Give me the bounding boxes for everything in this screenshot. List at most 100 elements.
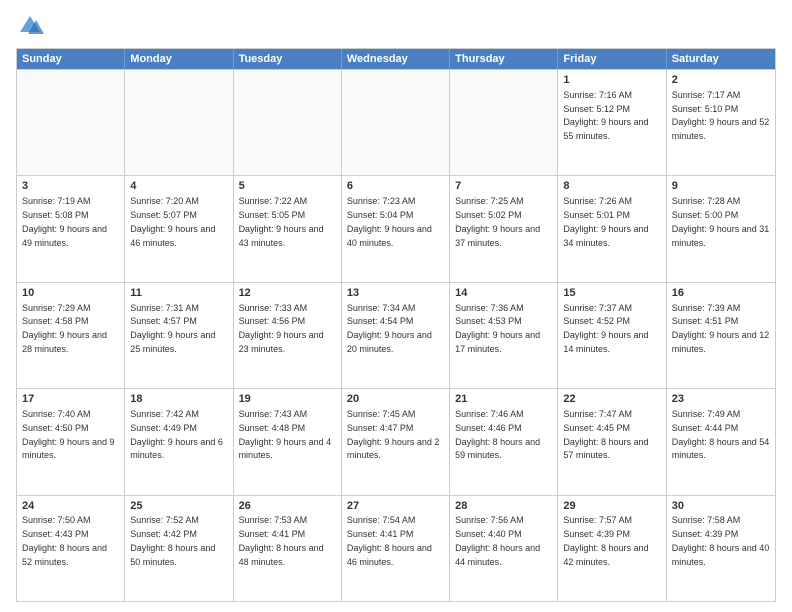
calendar-cell: 10 Sunrise: 7:29 AM Sunset: 4:58 PM Dayli… bbox=[17, 283, 125, 388]
weekday-header: Tuesday bbox=[234, 49, 342, 69]
calendar-header: SundayMondayTuesdayWednesdayThursdayFrid… bbox=[17, 49, 775, 69]
day-number: 24 bbox=[22, 499, 119, 514]
day-number: 22 bbox=[563, 392, 660, 407]
day-info: Sunrise: 7:39 AM Sunset: 4:51 PM Dayligh… bbox=[672, 303, 770, 354]
day-number: 1 bbox=[563, 73, 660, 88]
day-number: 14 bbox=[455, 286, 552, 301]
day-info: Sunrise: 7:56 AM Sunset: 4:40 PM Dayligh… bbox=[455, 515, 540, 566]
day-number: 5 bbox=[239, 179, 336, 194]
calendar-cell bbox=[234, 70, 342, 175]
calendar-cell: 23 Sunrise: 7:49 AM Sunset: 4:44 PM Dayli… bbox=[667, 389, 775, 494]
calendar-cell bbox=[342, 70, 450, 175]
calendar-cell: 26Sunrise: 7:53 AM Sunset: 4:41 PM Dayli… bbox=[234, 496, 342, 601]
day-number: 29 bbox=[563, 499, 660, 514]
day-info: Sunrise: 7:54 AM Sunset: 4:41 PM Dayligh… bbox=[347, 515, 432, 566]
day-info: Sunrise: 7:58 AM Sunset: 4:39 PM Dayligh… bbox=[672, 515, 770, 566]
calendar-cell: 7Sunrise: 7:25 AM Sunset: 5:02 PM Daylig… bbox=[450, 176, 558, 281]
day-number: 21 bbox=[455, 392, 552, 407]
calendar-cell bbox=[17, 70, 125, 175]
calendar-cell: 3 Sunrise: 7:19 AM Sunset: 5:08 PM Daylig… bbox=[17, 176, 125, 281]
calendar-cell: 5 Sunrise: 7:22 AM Sunset: 5:05 PM Daylig… bbox=[234, 176, 342, 281]
page: SundayMondayTuesdayWednesdayThursdayFrid… bbox=[0, 0, 792, 612]
day-info: Sunrise: 7:34 AM Sunset: 4:54 PM Dayligh… bbox=[347, 303, 432, 354]
day-number: 27 bbox=[347, 499, 444, 514]
day-info: Sunrise: 7:40 AM Sunset: 4:50 PM Dayligh… bbox=[22, 409, 115, 460]
calendar-cell: 18 Sunrise: 7:42 AM Sunset: 4:49 PM Dayli… bbox=[125, 389, 233, 494]
calendar-cell bbox=[125, 70, 233, 175]
day-number: 10 bbox=[22, 286, 119, 301]
calendar-cell: 21Sunrise: 7:46 AM Sunset: 4:46 PM Dayli… bbox=[450, 389, 558, 494]
day-number: 12 bbox=[239, 286, 336, 301]
calendar-cell: 24Sunrise: 7:50 AM Sunset: 4:43 PM Dayli… bbox=[17, 496, 125, 601]
calendar-cell: 30Sunrise: 7:58 AM Sunset: 4:39 PM Dayli… bbox=[667, 496, 775, 601]
day-number: 3 bbox=[22, 179, 119, 194]
day-number: 19 bbox=[239, 392, 336, 407]
calendar-cell: 17 Sunrise: 7:40 AM Sunset: 4:50 PM Dayli… bbox=[17, 389, 125, 494]
day-info: Sunrise: 7:28 AM Sunset: 5:00 PM Dayligh… bbox=[672, 196, 770, 247]
day-number: 23 bbox=[672, 392, 770, 407]
calendar-cell: 20 Sunrise: 7:45 AM Sunset: 4:47 PM Dayli… bbox=[342, 389, 450, 494]
day-info: Sunrise: 7:47 AM Sunset: 4:45 PM Dayligh… bbox=[563, 409, 648, 460]
day-info: Sunrise: 7:20 AM Sunset: 5:07 PM Dayligh… bbox=[130, 196, 215, 247]
day-number: 20 bbox=[347, 392, 444, 407]
day-info: Sunrise: 7:49 AM Sunset: 4:44 PM Dayligh… bbox=[672, 409, 770, 460]
day-info: Sunrise: 7:43 AM Sunset: 4:48 PM Dayligh… bbox=[239, 409, 332, 460]
day-info: Sunrise: 7:45 AM Sunset: 4:47 PM Dayligh… bbox=[347, 409, 440, 460]
calendar-cell: 28Sunrise: 7:56 AM Sunset: 4:40 PM Dayli… bbox=[450, 496, 558, 601]
day-info: Sunrise: 7:57 AM Sunset: 4:39 PM Dayligh… bbox=[563, 515, 648, 566]
day-info: Sunrise: 7:37 AM Sunset: 4:52 PM Dayligh… bbox=[563, 303, 648, 354]
calendar-cell: 2 Sunrise: 7:17 AM Sunset: 5:10 PM Daylig… bbox=[667, 70, 775, 175]
day-info: Sunrise: 7:42 AM Sunset: 4:49 PM Dayligh… bbox=[130, 409, 223, 460]
calendar-cell: 27Sunrise: 7:54 AM Sunset: 4:41 PM Dayli… bbox=[342, 496, 450, 601]
day-number: 6 bbox=[347, 179, 444, 194]
day-number: 4 bbox=[130, 179, 227, 194]
weekday-header: Wednesday bbox=[342, 49, 450, 69]
calendar-cell: 25Sunrise: 7:52 AM Sunset: 4:42 PM Dayli… bbox=[125, 496, 233, 601]
day-number: 15 bbox=[563, 286, 660, 301]
weekday-header: Saturday bbox=[667, 49, 775, 69]
day-info: Sunrise: 7:31 AM Sunset: 4:57 PM Dayligh… bbox=[130, 303, 215, 354]
day-info: Sunrise: 7:22 AM Sunset: 5:05 PM Dayligh… bbox=[239, 196, 324, 247]
calendar: SundayMondayTuesdayWednesdayThursdayFrid… bbox=[16, 48, 776, 602]
weekday-header: Friday bbox=[558, 49, 666, 69]
day-number: 2 bbox=[672, 73, 770, 88]
calendar-cell: 11Sunrise: 7:31 AM Sunset: 4:57 PM Dayli… bbox=[125, 283, 233, 388]
day-info: Sunrise: 7:52 AM Sunset: 4:42 PM Dayligh… bbox=[130, 515, 215, 566]
weekday-header: Thursday bbox=[450, 49, 558, 69]
day-info: Sunrise: 7:50 AM Sunset: 4:43 PM Dayligh… bbox=[22, 515, 107, 566]
calendar-cell: 14 Sunrise: 7:36 AM Sunset: 4:53 PM Dayli… bbox=[450, 283, 558, 388]
calendar-cell: 15 Sunrise: 7:37 AM Sunset: 4:52 PM Dayli… bbox=[558, 283, 666, 388]
calendar-row: 24Sunrise: 7:50 AM Sunset: 4:43 PM Dayli… bbox=[17, 495, 775, 601]
calendar-cell: 22 Sunrise: 7:47 AM Sunset: 4:45 PM Dayli… bbox=[558, 389, 666, 494]
day-info: Sunrise: 7:36 AM Sunset: 4:53 PM Dayligh… bbox=[455, 303, 540, 354]
day-info: Sunrise: 7:33 AM Sunset: 4:56 PM Dayligh… bbox=[239, 303, 324, 354]
calendar-row: 17 Sunrise: 7:40 AM Sunset: 4:50 PM Dayli… bbox=[17, 388, 775, 494]
day-number: 8 bbox=[563, 179, 660, 194]
logo-icon bbox=[16, 12, 44, 40]
calendar-row: 1 Sunrise: 7:16 AM Sunset: 5:12 PM Daylig… bbox=[17, 69, 775, 175]
calendar-body: 1 Sunrise: 7:16 AM Sunset: 5:12 PM Daylig… bbox=[17, 69, 775, 601]
day-info: Sunrise: 7:23 AM Sunset: 5:04 PM Dayligh… bbox=[347, 196, 432, 247]
calendar-row: 3 Sunrise: 7:19 AM Sunset: 5:08 PM Daylig… bbox=[17, 175, 775, 281]
day-info: Sunrise: 7:29 AM Sunset: 4:58 PM Dayligh… bbox=[22, 303, 107, 354]
weekday-header: Monday bbox=[125, 49, 233, 69]
calendar-cell: 9 Sunrise: 7:28 AM Sunset: 5:00 PM Daylig… bbox=[667, 176, 775, 281]
calendar-cell bbox=[450, 70, 558, 175]
day-number: 25 bbox=[130, 499, 227, 514]
day-info: Sunrise: 7:17 AM Sunset: 5:10 PM Dayligh… bbox=[672, 90, 770, 141]
day-number: 13 bbox=[347, 286, 444, 301]
day-number: 7 bbox=[455, 179, 552, 194]
day-info: Sunrise: 7:19 AM Sunset: 5:08 PM Dayligh… bbox=[22, 196, 107, 247]
day-number: 9 bbox=[672, 179, 770, 194]
calendar-cell: 8Sunrise: 7:26 AM Sunset: 5:01 PM Daylig… bbox=[558, 176, 666, 281]
calendar-cell: 4 Sunrise: 7:20 AM Sunset: 5:07 PM Daylig… bbox=[125, 176, 233, 281]
calendar-cell: 29Sunrise: 7:57 AM Sunset: 4:39 PM Dayli… bbox=[558, 496, 666, 601]
day-number: 28 bbox=[455, 499, 552, 514]
day-number: 18 bbox=[130, 392, 227, 407]
calendar-cell: 16 Sunrise: 7:39 AM Sunset: 4:51 PM Dayli… bbox=[667, 283, 775, 388]
calendar-cell: 12 Sunrise: 7:33 AM Sunset: 4:56 PM Dayli… bbox=[234, 283, 342, 388]
day-info: Sunrise: 7:16 AM Sunset: 5:12 PM Dayligh… bbox=[563, 90, 648, 141]
day-number: 30 bbox=[672, 499, 770, 514]
day-number: 16 bbox=[672, 286, 770, 301]
day-number: 17 bbox=[22, 392, 119, 407]
